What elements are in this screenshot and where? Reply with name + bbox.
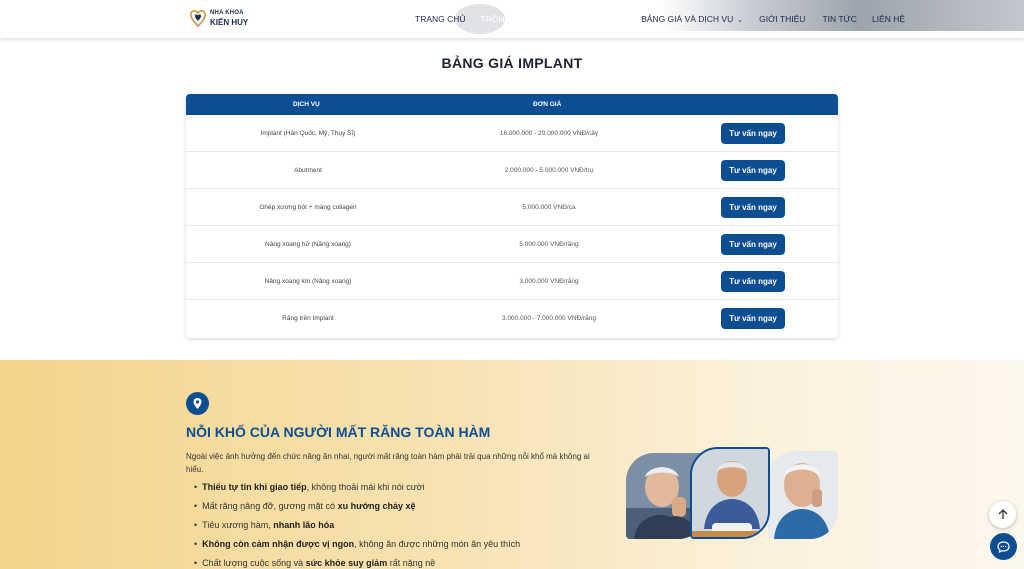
- service-price: 5.000.000 VNĐ/răng: [519, 241, 579, 248]
- service-price: 5.000.000 VNĐ/ca: [522, 204, 576, 211]
- service-price: 3.000.000 - 7.000.000 VNĐ/răng: [502, 315, 596, 322]
- nav-item-about[interactable]: GIỚI THIỆU: [759, 14, 805, 24]
- nav-item-pricing-label: BẢNG GIÁ VÀ DỊCH VỤ: [641, 14, 734, 24]
- table-row: Ghép xương bột + màng collagen 5.000.000…: [186, 189, 838, 226]
- pain-bold: Không còn cảm nhận được vị ngon: [202, 539, 355, 549]
- service-name: Nâng xoang kín (Nâng xoang): [264, 278, 352, 285]
- pain-text: , không ăn được những món ăn yêu thích: [354, 539, 521, 549]
- table-row: Nâng xoang kín (Nâng xoang) 3.000.000 VN…: [186, 263, 838, 300]
- pain-bold: sức khỏe suy giảm: [305, 558, 388, 568]
- nav-item-home[interactable]: TRANG CHỦ: [415, 14, 466, 24]
- pain-text: , không thoải mái khi nói cười: [306, 482, 425, 492]
- consult-button[interactable]: Tư vấn ngay: [721, 308, 785, 329]
- table-row: Implant (Hàn Quốc, Mỹ, Thụy Sĩ) 16.000.0…: [186, 115, 838, 152]
- nav-item-news[interactable]: TIN TỨC: [822, 14, 857, 24]
- logo-line-1: NHA KHOA: [210, 10, 244, 16]
- pain-text: Tiêu xương hàm,: [202, 520, 274, 530]
- nav-item-contact[interactable]: LIÊN HỆ: [872, 14, 905, 24]
- tooth-heart-logo-icon: [190, 10, 206, 27]
- service-name: Răng trên Implant: [282, 315, 334, 322]
- consult-button[interactable]: Tư vấn ngay: [721, 160, 785, 181]
- pain-bold: nhanh lão hóa: [273, 520, 335, 530]
- arrow-up-icon: [998, 509, 1007, 519]
- site-logo[interactable]: NHA KHOA KIẾN HUY: [190, 9, 248, 27]
- service-price: 16.000.000 - 20.000.000 VNĐ/cây: [499, 130, 599, 137]
- service-price: 3.000.000 VNĐ/răng: [519, 278, 579, 285]
- table-row: Răng trên Implant 3.000.000 - 7.000.000 …: [186, 300, 838, 337]
- chat-button[interactable]: [990, 533, 1017, 560]
- site-header: NHA KHOA KIẾN HUY TRANG CHỦ TRỒNG RĂNG I…: [0, 0, 1024, 38]
- pain-bold: xu hướng chảy xệ: [337, 501, 416, 511]
- service-price: 2.000.000 - 5.000.000 VNĐ/trụ: [504, 167, 594, 174]
- logo-line-2: KIẾN HUY: [210, 18, 249, 27]
- pin-badge: [186, 392, 209, 415]
- pain-section-intro: Ngoài việc ảnh hưởng đến chức năng ăn nh…: [186, 452, 590, 474]
- column-header-price: ĐƠN GIÁ: [533, 101, 562, 108]
- main-nav: TRANG CHỦ TRỒNG RĂNG IMPLANT TOÀN HÀM BẢ…: [415, 14, 905, 24]
- chevron-down-icon: ⌄: [737, 17, 744, 24]
- consult-button[interactable]: Tư vấn ngay: [721, 234, 785, 255]
- table-header: DỊCH VỤ ĐƠN GIÁ: [186, 94, 838, 115]
- pricing-table: DỊCH VỤ ĐƠN GIÁ Implant (Hàn Quốc, Mỹ, T…: [186, 94, 838, 338]
- pricing-title: BẢNG GIÁ IMPLANT: [441, 55, 583, 71]
- map-pin-icon: [193, 398, 202, 409]
- list-item: Chất lượng cuộc sống và sức khỏe suy giả…: [194, 557, 520, 569]
- service-name: Abutment: [294, 167, 322, 174]
- pain-text: Mất răng nâng đỡ, gương mặt có: [202, 501, 338, 511]
- service-name: Implant (Hàn Quốc, Mỹ, Thụy Sĩ): [260, 130, 356, 137]
- pain-bold: Thiếu tự tin khi giao tiếp: [202, 482, 307, 492]
- service-name: Nâng xoang hở (Nâng xoang): [265, 241, 351, 248]
- pain-text: Chất lượng cuộc sống và: [202, 558, 306, 568]
- table-row: Nâng xoang hở (Nâng xoang) 5.000.000 VNĐ…: [186, 226, 838, 263]
- consult-button[interactable]: Tư vấn ngay: [721, 271, 785, 292]
- service-name: Ghép xương bột + màng collagen: [259, 204, 357, 211]
- table-row: Abutment 2.000.000 - 5.000.000 VNĐ/trụ T…: [186, 152, 838, 189]
- elderly-man-photo-3: [768, 451, 838, 539]
- consult-button[interactable]: Tư vấn ngay: [721, 197, 785, 218]
- nav-item-pricing[interactable]: BẢNG GIÁ VÀ DỊCH VỤ ⌄: [641, 14, 743, 24]
- scroll-to-top-button[interactable]: [989, 501, 1016, 528]
- consult-button[interactable]: Tư vấn ngay: [721, 123, 785, 144]
- list-item: Tiêu xương hàm, nhanh lão hóa: [194, 519, 520, 538]
- chat-bubble-icon: [997, 540, 1010, 553]
- pain-text: rất nặng nề: [387, 558, 436, 568]
- elderly-man-photo-2: [690, 447, 770, 539]
- list-item: Mất răng nâng đỡ, gương mặt có xu hướng …: [194, 500, 520, 519]
- list-item: Thiếu tự tin khi giao tiếp, không thoải …: [194, 481, 520, 500]
- patient-photos: [626, 447, 838, 539]
- nav-item-implant[interactable]: TRỒNG RĂNG IMPLANT TOÀN HÀM: [481, 14, 625, 24]
- pain-section-title: NỖI KHỔ CỦA NGƯỜI MẤT RĂNG TOÀN HÀM: [186, 424, 491, 440]
- pain-list: Thiếu tự tin khi giao tiếp, không thoải …: [194, 481, 520, 569]
- list-item: Không còn cảm nhận được vị ngon, không ă…: [194, 538, 520, 557]
- column-header-service: DỊCH VỤ: [293, 101, 320, 108]
